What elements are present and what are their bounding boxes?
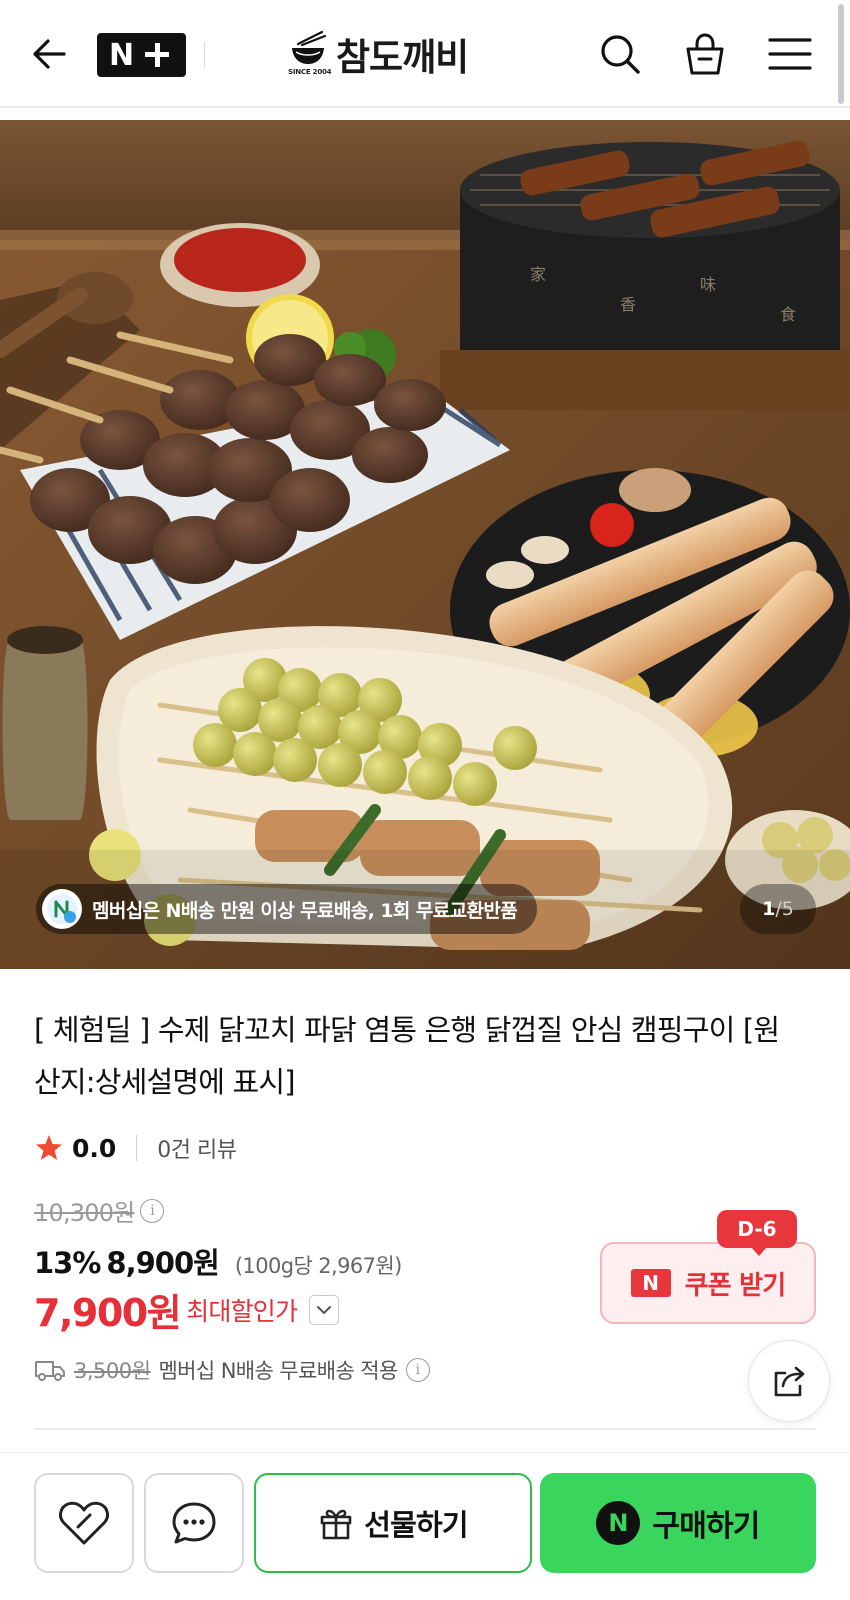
plus-icon [140,38,174,72]
sale-price-row: 13% 8,900원 (100g당 2,967원) [34,1240,402,1282]
star-icon [36,1135,62,1160]
discount-rate: 13% [34,1246,101,1280]
svg-text:香: 香 [620,295,636,314]
buy-now-button[interactable]: N 구매하기 [540,1473,816,1573]
bottom-action-bar: 선물하기 N 구매하기 [0,1452,850,1600]
svg-text:味: 味 [700,275,716,294]
shipping-info-row: 3,500원 멤버십 N배송 무료배송 적용 i [34,1355,430,1385]
brand-name: 참도깨비 [336,36,469,79]
max-discount-label: 최대할인가 [186,1296,298,1326]
svg-text:家: 家 [530,265,546,284]
chevron-down-icon [317,1305,332,1314]
rating-divider [136,1135,138,1161]
coupon-dday-badge: D-6 [717,1210,797,1256]
coupon-label: 쿠폰 받기 [684,1270,787,1301]
brand-logo-link[interactable]: SINCE 2004 참도깨비 [288,28,469,80]
image-pager: 1 / 5 [740,884,816,934]
gift-label: 선물하기 [364,1508,468,1542]
rating-row[interactable]: 0.0 0건 리뷰 [34,1128,237,1168]
membership-promo-banner[interactable]: 멤버십은 N배송 만원 이상 무료배송, 1회 무료교환반품 [36,884,538,934]
share-icon [774,1366,805,1397]
bowl-logo-icon: SINCE 2004 [288,30,332,78]
header-divider [204,42,205,68]
wishlist-button[interactable] [34,1473,134,1573]
max-discount-price: 7,900원 [34,1291,182,1335]
product-photo: 家香 味食 [0,120,850,969]
truck-icon [35,1361,65,1381]
hamburger-menu-icon [768,38,812,70]
original-price-row: 10,300원 i [34,1193,165,1228]
buy-label: 구매하기 [652,1509,760,1544]
arrow-left-icon [33,39,66,69]
pager-current: 1 [762,898,776,920]
shopping-bag-icon [686,33,724,75]
review-count-link[interactable]: 0건 리뷰 [157,1132,237,1164]
back-button[interactable] [30,34,70,74]
svg-text:食: 食 [780,305,796,324]
brand-since-text: SINCE 2004 [288,68,332,76]
search-icon [601,35,640,74]
max-discount-row[interactable]: 7,900원 최대할인가 [34,1282,340,1337]
promo-text: 멤버십은 N배송 만원 이상 무료배송, 1회 무료교환반품 [92,899,518,922]
pager-total: 5 [781,898,794,920]
rating-value: 0.0 [72,1133,117,1163]
top-header: N SINCE 2004 참도깨비 [0,0,850,108]
product-title: [ 체험딜 ] 수제 닭꼬치 파닭 염통 은행 닭껍질 안심 캠핑구이 [원산지… [34,1013,780,1099]
gift-icon [320,1509,352,1540]
naver-membership-icon [42,889,82,929]
product-image-carousel[interactable]: 家香 味食 멤버십은 N배송 만원 이상 무료배송, 1회 무료교환반품 1 / … [0,120,850,969]
talk-talk-button[interactable] [144,1473,244,1573]
info-icon[interactable]: i [140,1198,165,1223]
gift-button[interactable]: 선물하기 [254,1473,532,1573]
naver-pay-n-icon: N [596,1501,641,1545]
unit-price: (100g당 2,967원) [234,1254,402,1278]
heart-icon [59,1501,109,1545]
max-discount-toggle[interactable] [309,1294,340,1325]
share-button[interactable] [748,1340,830,1422]
page-scrollbar[interactable] [838,4,844,104]
section-divider [34,1428,816,1430]
coupon-n-badge: N [630,1269,671,1297]
shipping-original-fee: 3,500원 [74,1359,151,1383]
shipping-info-icon[interactable]: i [405,1358,430,1382]
coupon-download-button[interactable]: N 쿠폰 받기 [600,1242,816,1324]
menu-button[interactable] [768,32,812,76]
original-price: 10,300원 [34,1199,135,1227]
shipping-text: 멤버십 N배송 무료배송 적용 [158,1359,398,1383]
nplus-badge-letter: N [108,37,135,73]
search-button[interactable] [598,32,642,76]
chat-bubble-icon [172,1502,216,1544]
cart-button[interactable] [683,32,727,76]
nplus-store-badge[interactable]: N [97,33,186,77]
sale-price: 8,900원 [106,1246,219,1280]
